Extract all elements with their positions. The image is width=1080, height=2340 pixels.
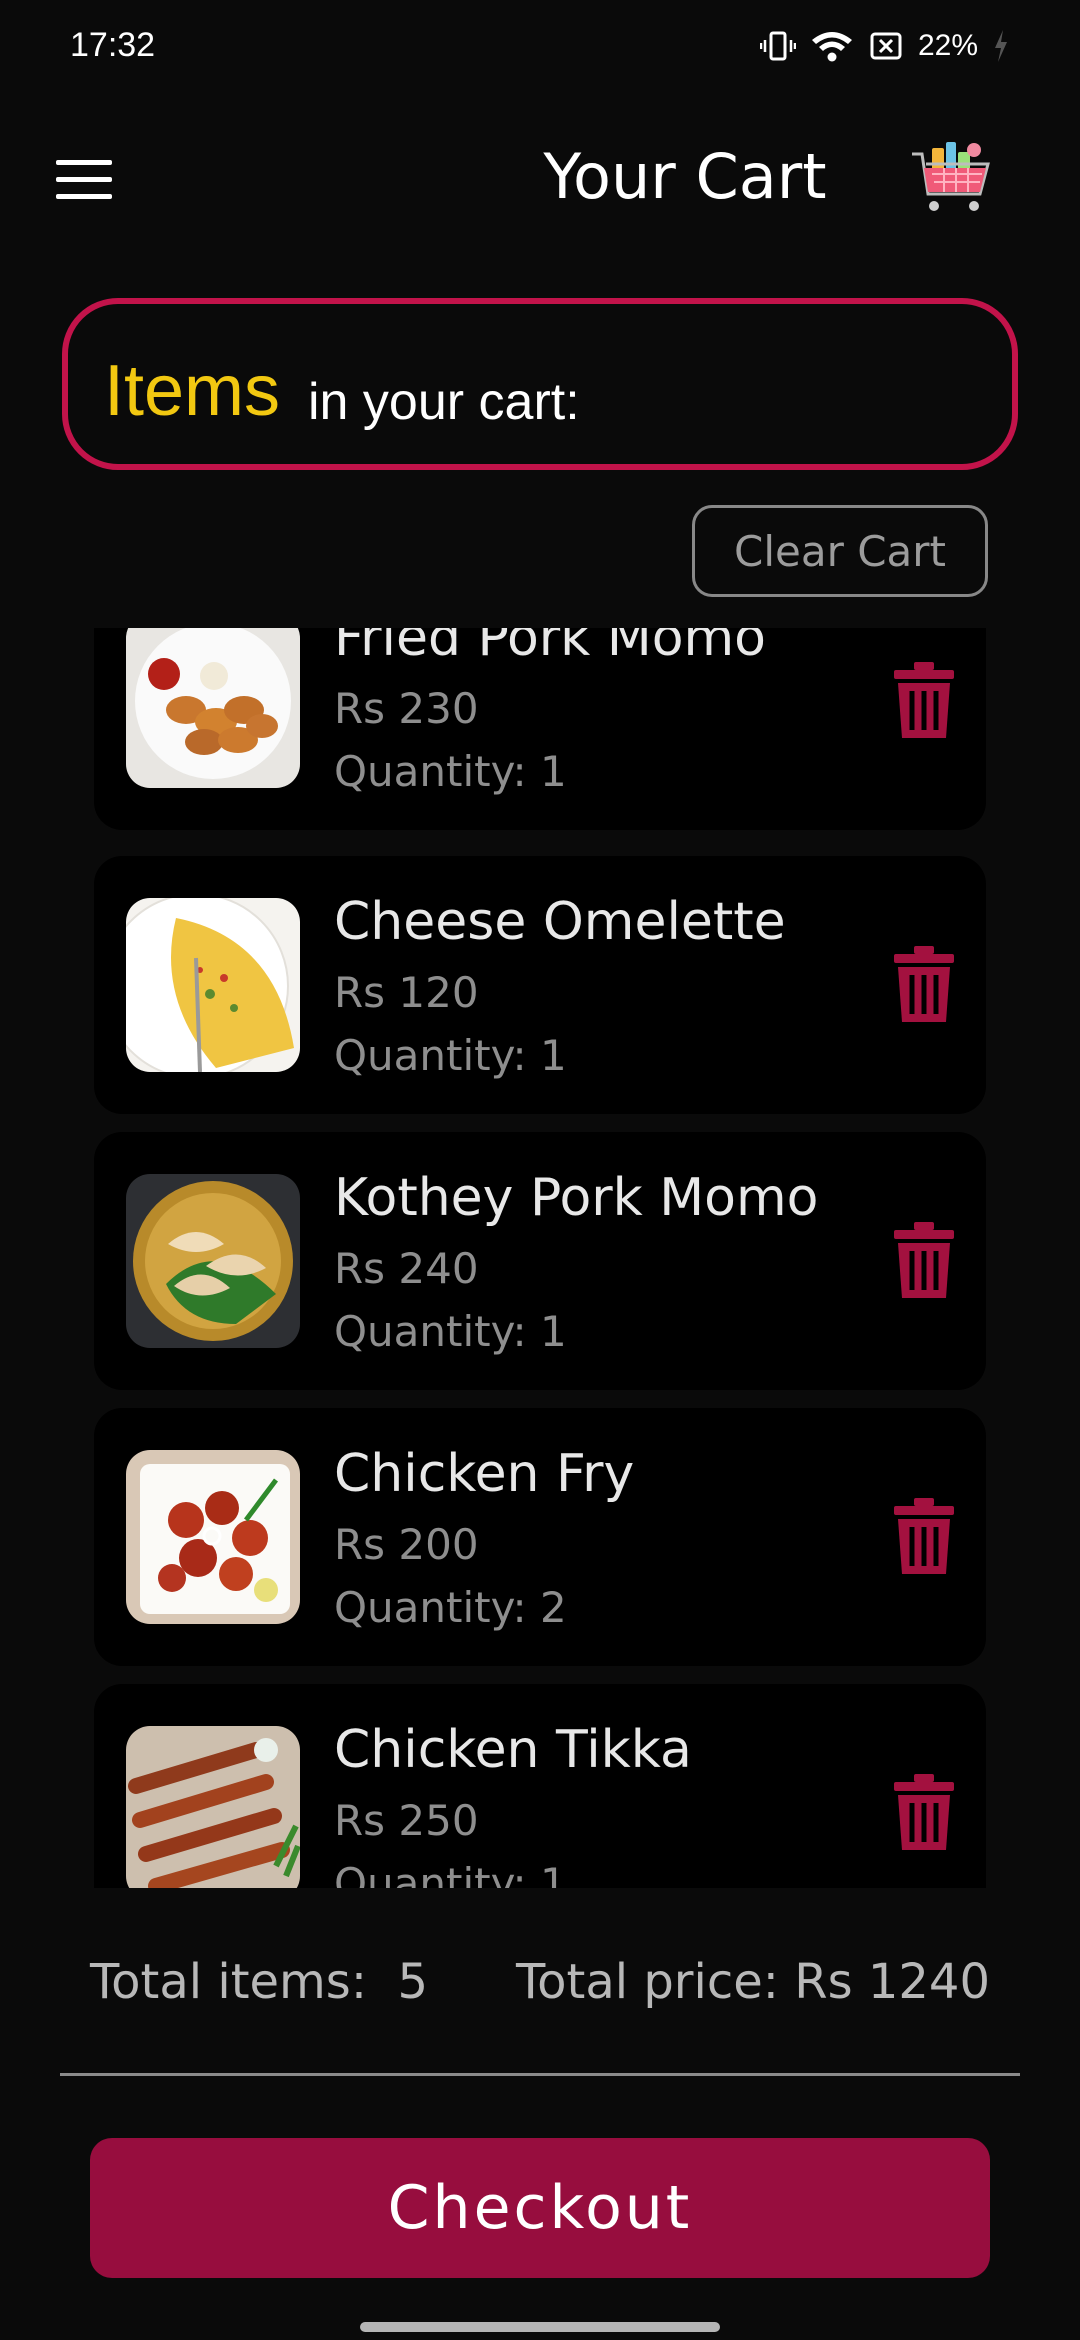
charging-icon — [995, 30, 1007, 62]
wifi-icon — [811, 32, 852, 62]
cart-item-chicken-fry: Chicken Fry Rs 200 Quantity: 2 — [94, 1408, 986, 1666]
item-name: Cheese Omelette — [334, 892, 786, 952]
cart-item-list[interactable]: Fried Pork Momo Rs 230 Quantity: 1 Chees… — [0, 628, 1080, 1888]
item-quantity: Quantity: 1 — [334, 1031, 567, 1080]
item-price: Rs 120 — [334, 968, 479, 1017]
item-quantity: Quantity: 1 — [334, 747, 567, 796]
status-time: 17:32 — [70, 26, 156, 64]
cart-header-highlight: Items — [104, 351, 281, 431]
item-quantity: Quantity: 1 — [334, 1307, 567, 1356]
cart-header-text: in your cart: — [308, 373, 580, 431]
omelette-image — [126, 898, 300, 1072]
total-price: Total price: Rs 1240 — [515, 1954, 990, 2010]
item-name: Fried Pork Momo — [334, 628, 766, 668]
item-quantity: Quantity: 2 — [334, 1583, 567, 1632]
trash-icon[interactable] — [892, 1496, 956, 1576]
home-indicator[interactable] — [360, 2322, 720, 2332]
item-price: Rs 250 — [334, 1796, 479, 1845]
item-name: Chicken Tikka — [334, 1720, 692, 1780]
item-quantity: Quantity: 1 — [334, 1859, 567, 1888]
chicken-tikka-image — [126, 1726, 300, 1888]
battery-percent: 22% — [917, 29, 978, 62]
item-price: Rs 240 — [334, 1244, 479, 1293]
status-icons: 22% — [759, 26, 1010, 66]
cart-item-kothey-pork-momo: Kothey Pork Momo Rs 240 Quantity: 1 — [94, 1132, 986, 1390]
item-price: Rs 230 — [334, 684, 479, 733]
cart-header-box: Items in your cart: — [62, 298, 1018, 470]
divider — [60, 2073, 1020, 2076]
chicken-fry-image — [126, 1450, 300, 1624]
trash-icon[interactable] — [892, 1772, 956, 1852]
kothey-momo-image — [126, 1174, 300, 1348]
no-sim-icon — [870, 32, 902, 60]
trash-icon[interactable] — [892, 660, 956, 740]
item-name: Kothey Pork Momo — [334, 1168, 819, 1228]
checkout-button[interactable]: Checkout — [90, 2138, 990, 2278]
fried-momo-image — [126, 628, 300, 788]
cart-item-fried-pork-momo: Fried Pork Momo Rs 230 Quantity: 1 — [94, 628, 986, 830]
shopping-cart-icon[interactable] — [910, 140, 992, 218]
trash-icon[interactable] — [892, 1220, 956, 1300]
trash-icon[interactable] — [892, 944, 956, 1024]
clear-cart-button[interactable]: Clear Cart — [692, 505, 988, 597]
item-name: Chicken Fry — [334, 1444, 635, 1504]
vibrate-icon — [759, 31, 796, 61]
cart-item-chicken-tikka: Chicken Tikka Rs 250 Quantity: 1 — [94, 1684, 986, 1888]
total-items: Total items: 5 — [90, 1954, 429, 2010]
cart-item-cheese-omelette: Cheese Omelette Rs 120 Quantity: 1 — [94, 856, 986, 1114]
item-price: Rs 200 — [334, 1520, 479, 1569]
status-bar: 17:32 22% — [0, 0, 1080, 96]
